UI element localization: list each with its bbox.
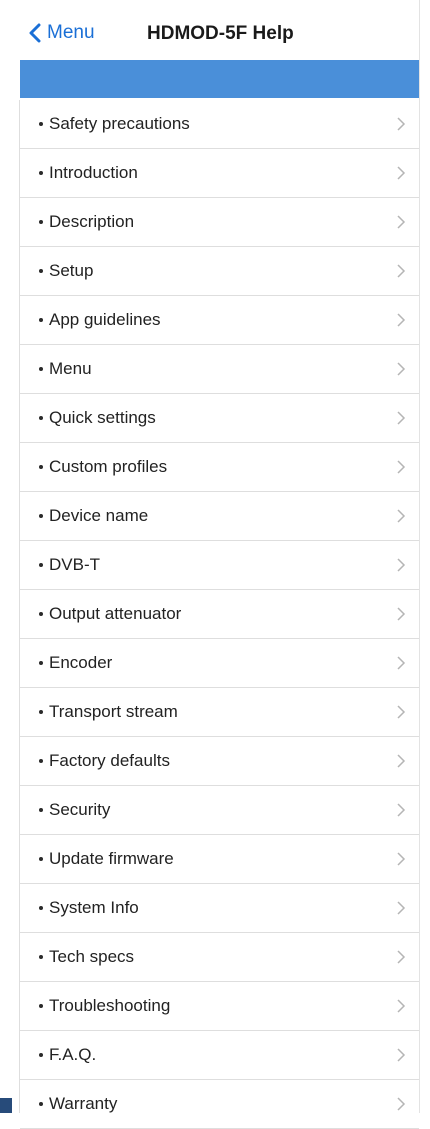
- list-item[interactable]: Device name: [20, 492, 419, 541]
- list-item-label: System Info: [49, 898, 139, 917]
- chevron-right-icon: [397, 509, 406, 523]
- list-item-label: Menu: [49, 359, 92, 378]
- bullet-icon: [39, 906, 43, 910]
- list-item-label: Setup: [49, 261, 94, 280]
- bullet-icon: [39, 220, 43, 224]
- chevron-right-icon: [397, 558, 406, 572]
- chevron-right-icon: [397, 264, 406, 278]
- list-item[interactable]: Safety precautions: [20, 100, 419, 149]
- list-item-label: Update firmware: [49, 849, 174, 868]
- list-item[interactable]: Security: [20, 786, 419, 835]
- list-item-label: Encoder: [49, 653, 113, 672]
- chevron-right-icon: [397, 656, 406, 670]
- chevron-right-icon: [397, 215, 406, 229]
- bullet-icon: [39, 269, 43, 273]
- bullet-icon: [39, 612, 43, 616]
- list-item-label: Description: [49, 212, 135, 231]
- list-item-label: Quick settings: [49, 408, 156, 427]
- chevron-right-icon: [397, 460, 406, 474]
- bullet-icon: [39, 1102, 43, 1106]
- bullet-icon: [39, 465, 43, 469]
- list-item[interactable]: Setup: [20, 247, 419, 296]
- chevron-right-icon: [397, 117, 406, 131]
- list-item[interactable]: Factory defaults: [20, 737, 419, 786]
- list-item-label: Warranty: [49, 1094, 118, 1113]
- bullet-icon: [39, 955, 43, 959]
- bullet-icon: [39, 1004, 43, 1008]
- chevron-right-icon: [397, 852, 406, 866]
- bullet-icon: [39, 857, 43, 861]
- list-item[interactable]: Menu: [20, 345, 419, 394]
- list-item[interactable]: Update firmware: [20, 835, 419, 884]
- bullet-icon: [39, 759, 43, 763]
- list-item[interactable]: DVB-T: [20, 541, 419, 590]
- back-button[interactable]: Menu: [28, 22, 95, 44]
- bullet-icon: [39, 171, 43, 175]
- chevron-right-icon: [397, 705, 406, 719]
- list-item-label: Safety precautions: [49, 114, 190, 133]
- bullet-icon: [39, 563, 43, 567]
- list-item-label: Factory defaults: [49, 751, 170, 770]
- list-item-label: DVB-T: [49, 555, 100, 574]
- divider: [419, 0, 420, 1113]
- list-item-label: Output attenuator: [49, 604, 182, 623]
- help-screen: Menu HDMOD-5F Help Safety precautions Int…: [0, 0, 430, 1129]
- chevron-right-icon: [397, 313, 406, 327]
- list-item[interactable]: Encoder: [20, 639, 419, 688]
- corner-marker: [0, 1098, 12, 1113]
- bullet-icon: [39, 808, 43, 812]
- list-item-label: F.A.Q.: [49, 1045, 97, 1064]
- chevron-right-icon: [397, 754, 406, 768]
- bullet-icon: [39, 1053, 43, 1057]
- list-item-label: Tech specs: [49, 947, 135, 966]
- chevron-right-icon: [397, 999, 406, 1013]
- bullet-icon: [39, 318, 43, 322]
- list-item[interactable]: Description: [20, 198, 419, 247]
- chevron-right-icon: [397, 607, 406, 621]
- list-item[interactable]: App guidelines: [20, 296, 419, 345]
- list-item[interactable]: Tech specs: [20, 933, 419, 982]
- chevron-right-icon: [397, 1048, 406, 1062]
- list-item[interactable]: Transport stream: [20, 688, 419, 737]
- chevron-left-icon: [29, 23, 41, 43]
- help-topics-list: Safety precautions Introduction Descriptio…: [20, 100, 419, 1129]
- chevron-right-icon: [397, 166, 406, 180]
- list-item-label: Device name: [49, 506, 149, 525]
- chevron-right-icon: [397, 362, 406, 376]
- page-title: HDMOD-5F Help: [147, 23, 294, 44]
- chevron-right-icon: [397, 803, 406, 817]
- list-item[interactable]: Warranty: [20, 1080, 419, 1129]
- bullet-icon: [39, 416, 43, 420]
- list-item[interactable]: F.A.Q.: [20, 1031, 419, 1080]
- chevron-right-icon: [397, 950, 406, 964]
- header-bar: [20, 60, 419, 98]
- bullet-icon: [39, 514, 43, 518]
- back-label: Menu: [47, 22, 95, 43]
- chevron-right-icon: [397, 411, 406, 425]
- list-item-label: Introduction: [49, 163, 138, 182]
- bullet-icon: [39, 661, 43, 665]
- chevron-right-icon: [397, 1097, 406, 1111]
- list-item-label: Security: [49, 800, 111, 819]
- bullet-icon: [39, 710, 43, 714]
- list-item-label: Troubleshooting: [49, 996, 171, 1015]
- list-item[interactable]: Troubleshooting: [20, 982, 419, 1031]
- list-item[interactable]: Output attenuator: [20, 590, 419, 639]
- list-item-label: Custom profiles: [49, 457, 168, 476]
- bullet-icon: [39, 122, 43, 126]
- bullet-icon: [39, 367, 43, 371]
- list-item[interactable]: Quick settings: [20, 394, 419, 443]
- list-item[interactable]: Custom profiles: [20, 443, 419, 492]
- nav-header: Menu HDMOD-5F Help: [20, 15, 415, 60]
- list-item[interactable]: Introduction: [20, 149, 419, 198]
- list-item-label: Transport stream: [49, 702, 178, 721]
- list-item-label: App guidelines: [49, 310, 161, 329]
- chevron-right-icon: [397, 901, 406, 915]
- list-item[interactable]: System Info: [20, 884, 419, 933]
